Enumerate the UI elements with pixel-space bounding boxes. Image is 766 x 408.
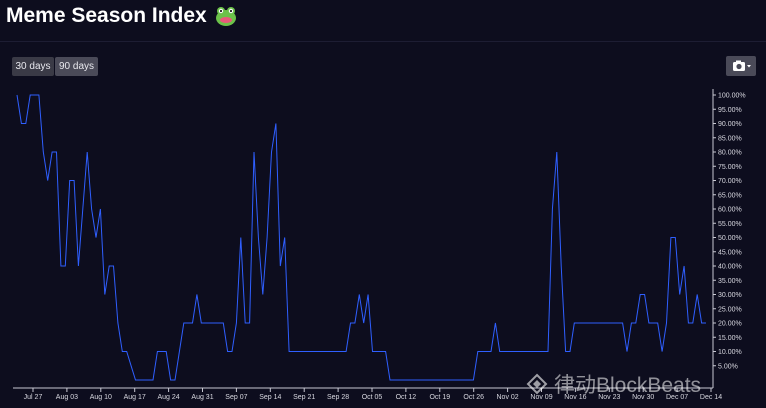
x-tick-label: Oct 19: [429, 394, 450, 401]
y-tick-label: 45.00%: [718, 249, 742, 256]
x-tick-label: Oct 12: [396, 394, 417, 401]
x-tick-label: Oct 26: [463, 394, 484, 401]
x-tick-label: Sep 21: [293, 394, 315, 401]
x-tick-label: Oct 05: [362, 394, 383, 401]
y-tick-label: 35.00%: [718, 278, 742, 285]
y-tick-label: 95.00%: [718, 107, 742, 114]
y-tick-label: 65.00%: [718, 192, 742, 199]
x-tick-label: Nov 02: [497, 394, 519, 401]
y-tick-label: 70.00%: [718, 178, 742, 185]
x-tick-label: Aug 03: [56, 394, 78, 401]
watermark: 律动BlockBeats: [526, 369, 701, 399]
y-tick-label: 90.00%: [718, 121, 742, 128]
x-tick-label: Sep 07: [225, 394, 247, 401]
x-tick-label: Aug 24: [158, 394, 180, 401]
y-tick-label: 55.00%: [718, 221, 742, 228]
y-tick-label: 85.00%: [718, 135, 742, 142]
y-tick-label: 5.00%: [718, 363, 738, 370]
x-tick-label: Jul 27: [24, 394, 43, 401]
meme-season-chart: 100.00% 95.00% 90.00% 85.00% 80.00% 75.00% 70.…: [13, 89, 746, 401]
y-tick-label: 15.00%: [718, 335, 742, 342]
watermark-text: 律动BlockBeats: [554, 374, 702, 397]
x-tick-label: Aug 31: [191, 394, 213, 401]
y-tick-label: 25.00%: [718, 306, 742, 313]
y-tick-label: 75.00%: [718, 164, 742, 171]
y-tick-label: 10.00%: [718, 349, 742, 356]
x-tick-label: Sep 14: [259, 394, 281, 401]
y-axis: 100.00% 95.00% 90.00% 85.00% 80.00% 75.00% 70.…: [712, 89, 746, 388]
y-tick-label: 40.00%: [718, 264, 742, 271]
y-tick-label: 20.00%: [718, 321, 742, 328]
x-tick-label: Dec 14: [700, 394, 722, 401]
x-tick-label: Sep 28: [327, 394, 349, 401]
x-tick-label: Aug 10: [90, 394, 112, 401]
x-tick-label: Aug 17: [124, 394, 146, 401]
y-tick-label: 30.00%: [718, 292, 742, 299]
series-line: [16, 94, 706, 381]
y-tick-label: 60.00%: [718, 207, 742, 214]
y-tick-label: 100.00%: [718, 93, 746, 100]
y-tick-label: 50.00%: [718, 235, 742, 242]
y-tick-label: 80.00%: [718, 150, 742, 157]
diamond-logo-icon: [526, 373, 548, 395]
